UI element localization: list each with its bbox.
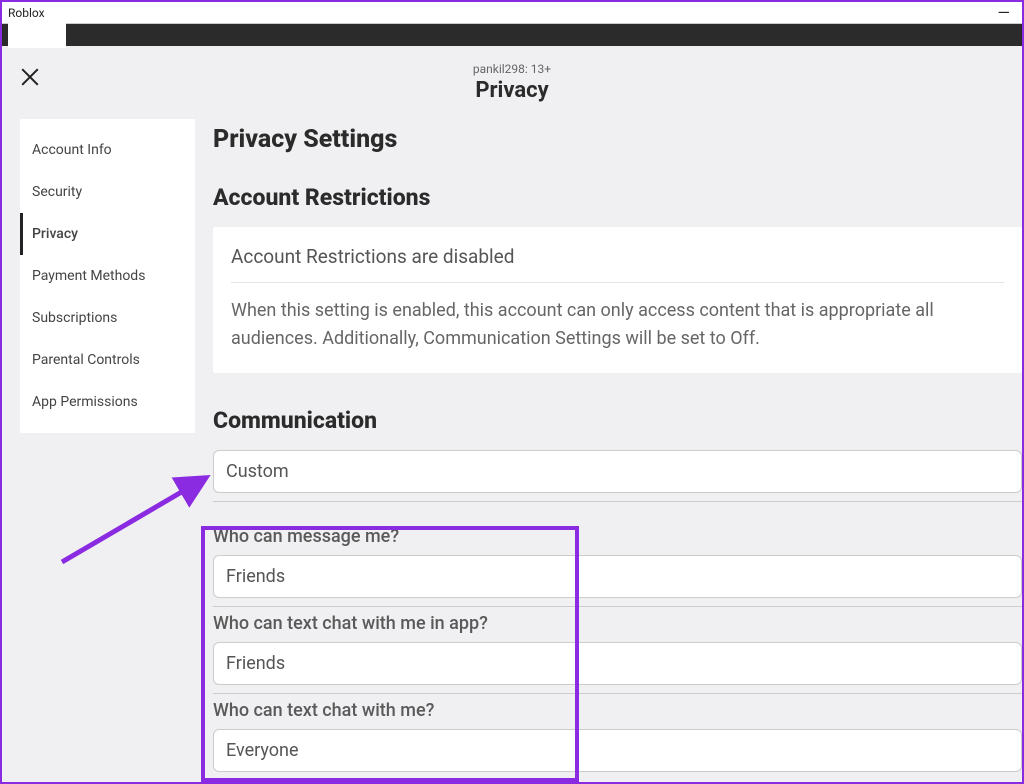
page-title: Privacy: [2, 78, 1022, 103]
sidebar-item-label: Parental Controls: [32, 352, 140, 368]
who-can-chat-select[interactable]: Everyone: [213, 729, 1022, 772]
restrictions-status: Account Restrictions are disabled: [231, 245, 1004, 268]
page-header: pankil298: 13+ Privacy: [2, 46, 1022, 111]
divider: [213, 693, 1022, 694]
divider: [213, 501, 1022, 502]
sidebar-item-label: App Permissions: [32, 394, 138, 410]
window-title: Roblox: [8, 6, 45, 20]
sidebar-item-label: Privacy: [32, 226, 78, 242]
select-value: Friends: [226, 653, 285, 674]
sidebar-item-label: Subscriptions: [32, 310, 117, 326]
content-area: Privacy Settings Account Restrictions Ac…: [195, 119, 1022, 780]
divider: [213, 606, 1022, 607]
select-value: Friends: [226, 566, 285, 587]
sidebar-item-label: Payment Methods: [32, 268, 145, 284]
settings-sidebar: Account Info Security Privacy Payment Me…: [20, 119, 195, 433]
window-minimize-button[interactable]: —: [992, 8, 1017, 18]
user-age-label: pankil298: 13+: [2, 62, 1022, 76]
sidebar-item-account-info[interactable]: Account Info: [20, 129, 195, 171]
select-value: Custom: [226, 461, 289, 482]
sidebar-item-label: Account Info: [32, 142, 112, 158]
communication-mode-select[interactable]: Custom: [213, 450, 1022, 493]
sidebar-item-app-permissions[interactable]: App Permissions: [20, 381, 195, 423]
question-label: Who can message me?: [213, 526, 1022, 547]
who-can-message-select[interactable]: Friends: [213, 555, 1022, 598]
sidebar-item-label: Security: [32, 184, 82, 200]
sidebar-item-payment-methods[interactable]: Payment Methods: [20, 255, 195, 297]
select-value: Everyone: [226, 740, 299, 761]
communication-heading: Communication: [213, 407, 1022, 434]
sidebar-item-parental-controls[interactable]: Parental Controls: [20, 339, 195, 381]
close-icon[interactable]: [18, 66, 42, 90]
who-can-chat-app-select[interactable]: Friends: [213, 642, 1022, 685]
sidebar-item-subscriptions[interactable]: Subscriptions: [20, 297, 195, 339]
sidebar-item-security[interactable]: Security: [20, 171, 195, 213]
sidebar-item-privacy[interactable]: Privacy: [20, 213, 195, 255]
restrictions-card: Account Restrictions are disabled When t…: [213, 227, 1022, 373]
divider: [231, 282, 1004, 283]
question-label: Who can text chat with me?: [213, 700, 1022, 721]
question-label: Who can text chat with me in app?: [213, 613, 1022, 634]
window-titlebar: Roblox —: [2, 2, 1022, 24]
content-title: Privacy Settings: [213, 125, 1022, 154]
app-topbar: [2, 24, 1022, 46]
restrictions-description: When this setting is enabled, this accou…: [231, 297, 1004, 353]
restrictions-heading: Account Restrictions: [213, 184, 1022, 211]
